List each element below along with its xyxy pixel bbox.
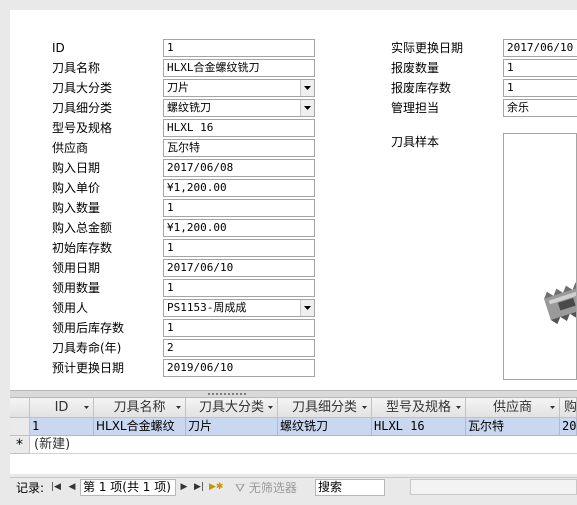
label-stock-after-issue: 领用后库存数 (52, 321, 125, 335)
column-header-label: 刀具大分类 (198, 400, 264, 415)
column-header-label: 供应商 (492, 400, 532, 415)
record-navigation-bar: 记录: |◀ ◀ 第 1 项(共 1 项) ▶ ▶| ▶✱ ⛛ 无筛选器 搜索 (10, 477, 577, 497)
label-total-amount: 购入总金额 (52, 221, 113, 235)
thread-mill-cutter-image (544, 282, 576, 325)
label-tool-name: 刀具名称 (52, 61, 101, 75)
sort-arrow-icon (84, 406, 89, 409)
datasheet: ID 刀具名称 刀具大分类 刀具细分类 型号及规格 供应商 购 1 HLXL合金… (10, 398, 577, 474)
field-issue-qty[interactable]: 1 (163, 279, 315, 297)
label-issue-qty: 领用数量 (52, 281, 101, 295)
new-record-row[interactable]: (新建) (30, 436, 577, 454)
field-tool-category[interactable]: 刀片 (163, 79, 315, 97)
field-initial-stock[interactable]: 1 (163, 239, 315, 257)
label-tool-sample: 刀具样本 (391, 135, 440, 149)
field-scrap-qty[interactable]: 1 (503, 59, 577, 77)
column-header-model-spec[interactable]: 型号及规格 (372, 398, 466, 418)
select-all-corner[interactable] (10, 398, 30, 418)
label-purchase-date: 购入日期 (52, 161, 101, 175)
label-purchase-qty: 购入数量 (52, 201, 101, 215)
cell-model-spec[interactable]: HLXL 16 (372, 418, 466, 436)
field-model-spec[interactable]: HLXL 16 (163, 119, 315, 137)
field-unit-price[interactable]: ¥1,200.00 (163, 179, 315, 197)
field-tool-life[interactable]: 2 (163, 339, 315, 357)
horizontal-scrollbar[interactable] (410, 479, 577, 495)
sort-arrow-icon (176, 406, 181, 409)
field-tool-category-value: 刀片 (167, 81, 189, 94)
dropdown-arrow-icon[interactable] (300, 100, 314, 116)
label-actual-replace-date: 实际更换日期 (391, 41, 464, 55)
dropdown-arrow-icon[interactable] (300, 300, 314, 316)
record-label: 记录: (16, 481, 45, 495)
first-record-icon[interactable]: |◀ (50, 479, 62, 495)
window-top-frame (0, 0, 577, 10)
record-form: ID 刀具名称 刀具大分类 刀具细分类 型号及规格 供应商 购入日期 购入单价 … (10, 10, 577, 390)
field-id[interactable]: 1 (163, 39, 315, 57)
column-header-label: 型号及规格 (385, 400, 451, 415)
no-filter-indicator[interactable]: ⛛ 无筛选器 (235, 479, 313, 497)
field-recipient[interactable]: PS1153-周成成 (163, 299, 315, 317)
dropdown-arrow-icon[interactable] (300, 80, 314, 96)
label-tool-category: 刀具大分类 (52, 81, 113, 95)
filter-text: 无筛选器 (248, 481, 297, 495)
field-purchase-date[interactable]: 2017/06/08 (163, 159, 315, 177)
label-unit-price: 购入单价 (52, 181, 101, 195)
field-purchase-qty[interactable]: 1 (163, 199, 315, 217)
form-datasheet-splitter[interactable] (10, 390, 577, 398)
cell-id[interactable]: 1 (30, 418, 94, 436)
record-selector[interactable] (10, 418, 30, 436)
label-initial-stock: 初始库存数 (52, 241, 113, 255)
field-stock-after-issue[interactable]: 1 (163, 319, 315, 337)
next-record-icon[interactable]: ▶ (178, 479, 190, 495)
prev-record-icon[interactable]: ◀ (66, 479, 78, 495)
field-supplier[interactable]: 瓦尔特 (163, 139, 315, 157)
column-header-tool-category[interactable]: 刀具大分类 (186, 398, 278, 418)
column-header-partial[interactable]: 购 (560, 398, 577, 418)
field-actual-replace-date[interactable]: 2017/06/10 (503, 39, 577, 57)
field-scrap-stock[interactable]: 1 (503, 79, 577, 97)
field-total-amount[interactable]: ¥1,200.00 (163, 219, 315, 237)
sort-arrow-icon (456, 406, 461, 409)
sort-arrow-icon (268, 406, 273, 409)
label-scrap-qty: 报废数量 (391, 61, 440, 75)
column-header-supplier[interactable]: 供应商 (466, 398, 560, 418)
search-input[interactable]: 搜索 (315, 479, 385, 496)
label-tool-subcategory: 刀具细分类 (52, 101, 113, 115)
field-planned-replace-date[interactable]: 2019/06/10 (163, 359, 315, 377)
label-manager: 管理担当 (391, 101, 440, 115)
column-header-label: 刀具名称 (113, 400, 166, 415)
label-id: ID (52, 41, 65, 55)
field-tool-subcategory-value: 螺纹铣刀 (167, 101, 211, 114)
label-recipient: 领用人 (52, 301, 89, 315)
sort-arrow-icon (550, 406, 555, 409)
field-tool-subcategory[interactable]: 螺纹铣刀 (163, 99, 315, 117)
column-header-tool-subcategory[interactable]: 刀具细分类 (278, 398, 372, 418)
tool-sample-image[interactable] (503, 133, 577, 380)
field-issue-date[interactable]: 2017/06/10 (163, 259, 315, 277)
cell-tool-subcategory[interactable]: 螺纹铣刀 (278, 418, 372, 436)
label-planned-replace-date: 预计更换日期 (52, 361, 125, 375)
label-scrap-stock: 报废库存数 (391, 81, 452, 95)
column-header-tool-name[interactable]: 刀具名称 (94, 398, 186, 418)
label-tool-life: 刀具寿命(年) (52, 341, 122, 355)
window-left-frame (0, 0, 10, 505)
field-manager[interactable]: 余乐 (503, 99, 577, 117)
label-supplier: 供应商 (52, 141, 89, 155)
sort-arrow-icon (362, 406, 367, 409)
column-header-label: ID (54, 400, 69, 415)
cell-partial[interactable]: 20 (560, 418, 577, 436)
label-model-spec: 型号及规格 (52, 121, 113, 135)
last-record-icon[interactable]: ▶| (193, 479, 205, 495)
column-header-label: 刀具细分类 (291, 400, 357, 415)
cell-tool-name[interactable]: HLXL合金螺纹 (94, 418, 186, 436)
field-recipient-value: PS1153-周成成 (167, 301, 247, 314)
current-record-box[interactable]: 第 1 项(共 1 项) (80, 479, 176, 496)
label-issue-date: 领用日期 (52, 261, 101, 275)
cell-tool-category[interactable]: 刀片 (186, 418, 278, 436)
filter-icon: ⛛ (235, 481, 246, 495)
new-record-icon[interactable]: ▶✱ (209, 479, 223, 495)
field-tool-name[interactable]: HLXL合金螺纹铣刀 (163, 59, 315, 77)
column-header-id[interactable]: ID (30, 398, 94, 418)
new-record-marker[interactable]: * (10, 436, 30, 454)
cell-supplier[interactable]: 瓦尔特 (466, 418, 560, 436)
